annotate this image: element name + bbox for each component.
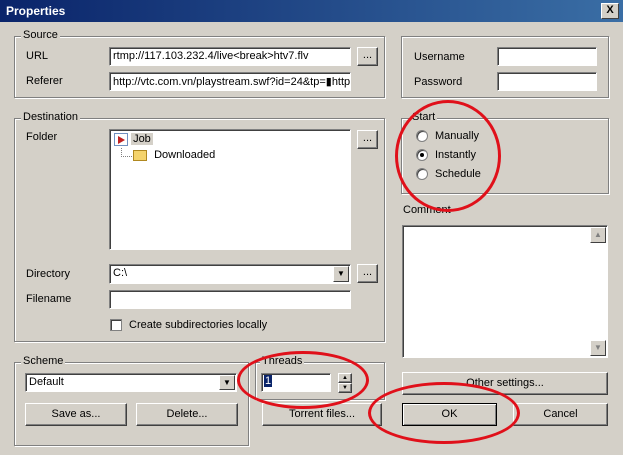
radio-manually-label: Manually xyxy=(435,130,480,142)
title-bar: Properties X xyxy=(0,0,623,22)
destination-legend: Destination xyxy=(21,111,81,123)
ok-button[interactable]: OK xyxy=(402,403,497,426)
radio-instantly-label: Instantly xyxy=(435,149,476,161)
radio-manually[interactable] xyxy=(416,130,428,142)
username-field[interactable] xyxy=(497,47,597,66)
tree-item-downloaded[interactable]: Downloaded xyxy=(133,149,215,165)
start-group: Start xyxy=(401,111,609,194)
radio-schedule[interactable] xyxy=(416,168,428,180)
other-settings-button[interactable]: Other settings... xyxy=(402,372,608,395)
threads-spin-up[interactable]: ▲ xyxy=(338,373,352,383)
folder-tree[interactable]: Job Downloaded xyxy=(109,129,351,250)
directory-dropdown-button[interactable]: ▼ xyxy=(333,266,349,282)
comment-label: Comment xyxy=(403,204,451,216)
threads-legend: Threads xyxy=(260,355,305,367)
comment-textarea[interactable] xyxy=(402,225,608,358)
job-icon xyxy=(114,133,128,146)
delete-button[interactable]: Delete... xyxy=(136,403,238,426)
scheme-dropdown-button[interactable]: ▼ xyxy=(219,375,235,390)
cancel-button[interactable]: Cancel xyxy=(513,403,608,426)
tree-item-label: Job xyxy=(131,133,153,146)
start-legend: Start xyxy=(410,111,438,123)
tree-connector xyxy=(121,148,132,157)
directory-label: Directory xyxy=(26,268,71,280)
url-field[interactable]: rtmp://117.103.232.4/live<break>htv7.flv xyxy=(109,47,351,66)
username-label: Username xyxy=(414,51,465,63)
referer-field[interactable]: http://vtc.com.vn/playstream.swf?id=24&t… xyxy=(109,72,351,91)
close-button[interactable]: X xyxy=(601,3,619,19)
threads-field[interactable]: 1 xyxy=(261,373,331,392)
scroll-down-icon[interactable]: ▼ xyxy=(590,340,606,356)
scroll-up-icon[interactable]: ▲ xyxy=(590,227,606,243)
tree-item-job[interactable]: Job xyxy=(114,133,153,149)
create-subdirs-checkbox[interactable] xyxy=(110,319,122,331)
window-title: Properties xyxy=(6,4,66,18)
radio-schedule-label: Schedule xyxy=(435,168,481,180)
create-subdirs-label: Create subdirectories locally xyxy=(129,319,268,331)
threads-value: 1 xyxy=(264,375,273,387)
directory-browse-button[interactable]: ... xyxy=(357,264,378,283)
tree-item-label: Downloaded xyxy=(154,149,216,161)
filename-label: Filename xyxy=(26,293,72,305)
torrent-files-button[interactable]: Torrent files... xyxy=(262,403,382,426)
password-field[interactable] xyxy=(497,72,597,91)
source-legend: Source xyxy=(21,29,60,41)
directory-combobox[interactable]: C:\ xyxy=(109,264,351,284)
password-label: Password xyxy=(414,76,463,88)
save-as-button[interactable]: Save as... xyxy=(25,403,127,426)
scheme-legend: Scheme xyxy=(21,355,66,367)
threads-spin-down[interactable]: ▼ xyxy=(338,383,352,393)
scheme-combobox[interactable]: Default xyxy=(25,373,237,392)
url-label: URL xyxy=(26,50,49,62)
folder-label: Folder xyxy=(26,131,58,143)
referer-label: Referer xyxy=(26,75,63,87)
folder-icon xyxy=(133,149,147,161)
filename-field[interactable] xyxy=(109,290,351,309)
folder-browse-button[interactable]: ... xyxy=(357,130,378,149)
radio-instantly[interactable] xyxy=(416,149,428,161)
url-browse-button[interactable]: ... xyxy=(357,47,378,66)
